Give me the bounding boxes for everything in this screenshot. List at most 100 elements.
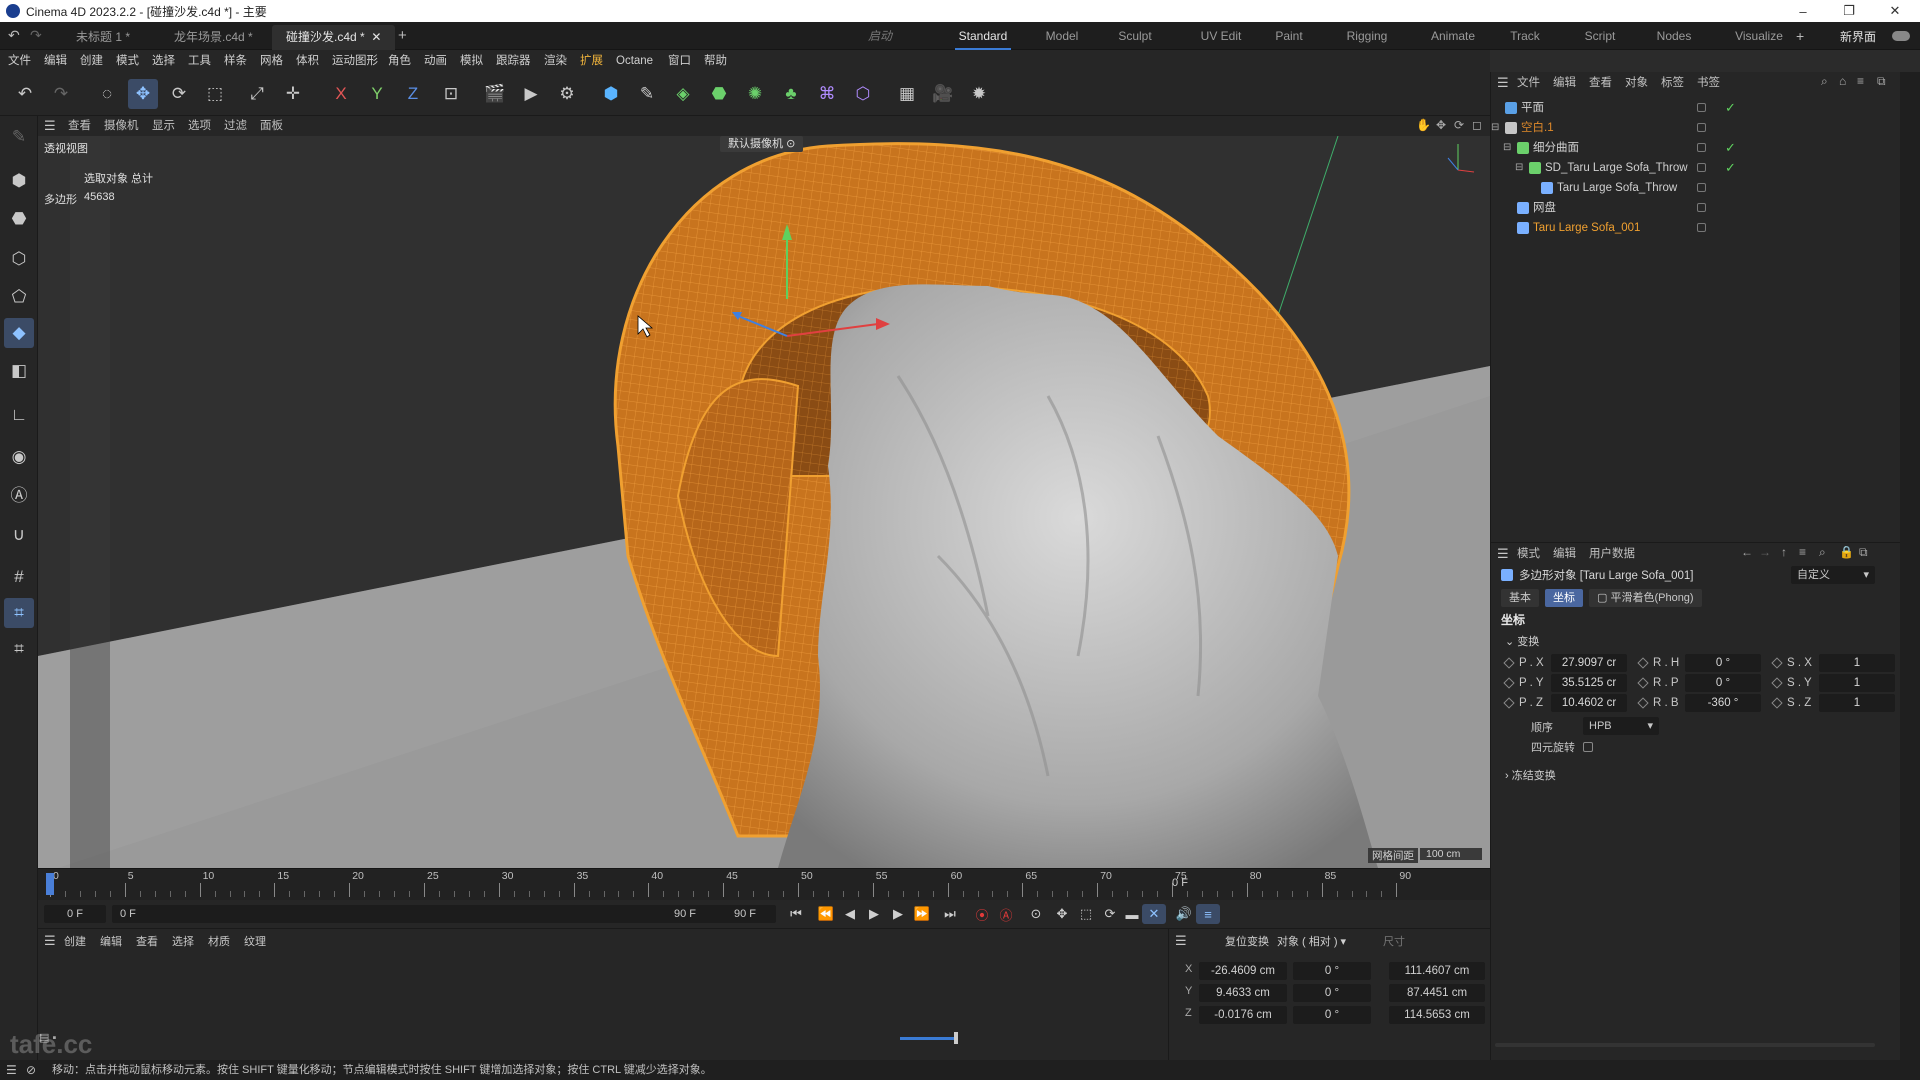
object-row[interactable]: 平面 ✓: [1491, 98, 1901, 118]
light-icon[interactable]: ✹: [964, 79, 994, 109]
points-mode-icon[interactable]: ⬡: [4, 244, 34, 274]
z-axis-button[interactable]: Z: [398, 79, 428, 109]
object-row[interactable]: 网盘: [1491, 198, 1901, 218]
cube-icon[interactable]: ⬢: [596, 79, 626, 109]
keyframe-diamond-icon[interactable]: [1637, 657, 1649, 669]
layout-tab-track[interactable]: Track: [1506, 22, 1544, 50]
object-row[interactable]: ⊟ 细分曲面 ✓: [1491, 138, 1901, 158]
coord-size-field[interactable]: 87.4451 cm: [1389, 984, 1485, 1002]
coord-position-field[interactable]: -0.0176 cm: [1199, 1006, 1287, 1024]
maximize-button[interactable]: ❐: [1826, 0, 1872, 22]
new-interface-label[interactable]: 新界面: [1840, 28, 1876, 45]
viewport-menu-0[interactable]: 查看: [68, 116, 91, 136]
previous-key-icon[interactable]: ⏪: [814, 904, 838, 924]
close-button[interactable]: ✕: [1872, 0, 1918, 22]
fracture-icon[interactable]: ♣: [776, 79, 806, 109]
sound-icon[interactable]: 🔊: [1172, 904, 1196, 924]
forward-arrow-icon[interactable]: →: [1759, 545, 1771, 559]
attr-value-field[interactable]: 35.5125 cr: [1551, 674, 1627, 692]
edges-mode-icon[interactable]: ⬠: [4, 282, 34, 312]
coordinate-system-icon[interactable]: ⊡: [436, 79, 466, 109]
camera-icon[interactable]: 🎥: [928, 79, 958, 109]
object-row[interactable]: Taru Large Sofa_001: [1491, 218, 1901, 238]
snap-icon[interactable]: ∪: [4, 520, 34, 550]
material-menu-5[interactable]: 纹理: [244, 933, 266, 949]
field-icon[interactable]: ⬡: [848, 79, 878, 109]
visibility-toggle[interactable]: [1697, 223, 1706, 232]
attr-filter-icon[interactable]: ≡: [1799, 545, 1806, 559]
coord-size-field[interactable]: 114.5653 cm: [1389, 1006, 1485, 1024]
collapse-toggle-icon[interactable]: ⊟: [1491, 118, 1499, 138]
next-key-icon[interactable]: ⏩: [910, 904, 934, 924]
layout-tab-animate[interactable]: Animate: [1424, 22, 1482, 50]
enabled-check-icon[interactable]: ✓: [1725, 158, 1736, 178]
key-scale-icon[interactable]: ⬚: [1074, 904, 1098, 924]
key-position-icon[interactable]: ✥: [1050, 904, 1074, 924]
viewport-solo-icon[interactable]: Ⓐ: [4, 478, 34, 508]
tab-phong[interactable]: ▢ 平滑着色(Phong): [1589, 589, 1702, 607]
coord-position-field[interactable]: -26.4609 cm: [1199, 962, 1287, 980]
viewport-menu-1[interactable]: 摄像机: [104, 116, 139, 136]
menu-11[interactable]: 动画: [424, 50, 447, 72]
menu-5[interactable]: 工具: [188, 50, 211, 72]
playhead[interactable]: [46, 873, 54, 895]
material-menu-1[interactable]: 编辑: [100, 933, 122, 949]
keyframe-diamond-icon[interactable]: [1503, 697, 1515, 709]
keyframe-selection-icon[interactable]: ⊙: [1024, 904, 1048, 924]
close-tab-icon[interactable]: ✕: [371, 30, 381, 44]
object-menu-3[interactable]: 对象: [1625, 72, 1648, 94]
zoom-slider[interactable]: [900, 1037, 956, 1040]
tab-basic[interactable]: 基本: [1501, 589, 1539, 607]
key-param-icon[interactable]: ▬: [1120, 904, 1144, 924]
texture-mode-icon[interactable]: ⬣: [4, 204, 34, 234]
workplane-icon[interactable]: #: [4, 562, 34, 592]
menu-17[interactable]: 窗口: [668, 50, 691, 72]
attr-value-field[interactable]: 0 °: [1685, 654, 1761, 672]
attr-value-field[interactable]: 1: [1819, 674, 1895, 692]
pan-view-icon[interactable]: ✋: [1416, 118, 1431, 132]
attr-value-field[interactable]: -360 °: [1685, 694, 1761, 712]
layout-tab-model[interactable]: Model: [1040, 22, 1084, 50]
material-menu-icon[interactable]: ☰: [44, 933, 56, 949]
key-pla-icon[interactable]: ✕: [1142, 904, 1166, 924]
layout-tab-nodes[interactable]: Nodes: [1650, 22, 1698, 50]
material-menu-0[interactable]: 创建: [64, 933, 86, 949]
spline-pen-icon[interactable]: ✎: [632, 79, 662, 109]
menu-14[interactable]: 渲染: [544, 50, 567, 72]
add-layout-icon[interactable]: +: [1796, 28, 1804, 44]
menu-3[interactable]: 模式: [116, 50, 139, 72]
go-to-start-icon[interactable]: ⏮: [784, 904, 808, 924]
axis-mode-icon[interactable]: ∟: [4, 400, 34, 430]
back-arrow-icon[interactable]: ←: [1741, 545, 1753, 559]
doc-tab-2[interactable]: 龙年场景.c4d *: [160, 25, 267, 50]
undo-button[interactable]: ↶: [10, 79, 40, 109]
timeline-ruler[interactable]: 0 5 10 15 20 25 30 35 40 45 50 55 60 65 70 75 80 85 90 0 F: [38, 868, 1490, 900]
material-menu-2[interactable]: 查看: [136, 933, 158, 949]
zoom-slider-handle[interactable]: [954, 1032, 958, 1044]
object-name[interactable]: Taru Large Sofa_001: [1533, 218, 1640, 238]
attr-value-field[interactable]: 1: [1819, 654, 1895, 672]
enabled-check-icon[interactable]: ✓: [1725, 138, 1736, 158]
keyframe-diamond-icon[interactable]: [1637, 677, 1649, 689]
attr-value-field[interactable]: 0 °: [1685, 674, 1761, 692]
object-menu-5[interactable]: 书签: [1697, 72, 1720, 94]
solo-icon[interactable]: ◉: [4, 442, 34, 472]
transform-tool-icon[interactable]: ✛: [278, 79, 308, 109]
menu-16[interactable]: Octane: [616, 50, 653, 72]
object-menu-4[interactable]: 标签: [1661, 72, 1684, 94]
doc-tab-1[interactable]: 未标题 1 *: [62, 25, 144, 50]
coord-rotation-field[interactable]: 0 °: [1293, 962, 1371, 980]
menu-18[interactable]: 帮助: [704, 50, 727, 72]
up-arrow-icon[interactable]: ↑: [1781, 545, 1787, 559]
scale-tool-icon[interactable]: ⬚: [200, 79, 230, 109]
menu-15[interactable]: 扩展: [580, 50, 603, 72]
visibility-toggle[interactable]: [1697, 203, 1706, 212]
enabled-check-icon[interactable]: ✓: [1725, 98, 1736, 118]
menu-2[interactable]: 创建: [80, 50, 103, 72]
menu-12[interactable]: 模拟: [460, 50, 483, 72]
keyframe-diamond-icon[interactable]: [1637, 697, 1649, 709]
object-menu-0[interactable]: 文件: [1517, 72, 1540, 94]
brush-icon[interactable]: ✎: [4, 122, 34, 152]
menu-6[interactable]: 样条: [224, 50, 247, 72]
object-menu-1[interactable]: 编辑: [1553, 72, 1576, 94]
